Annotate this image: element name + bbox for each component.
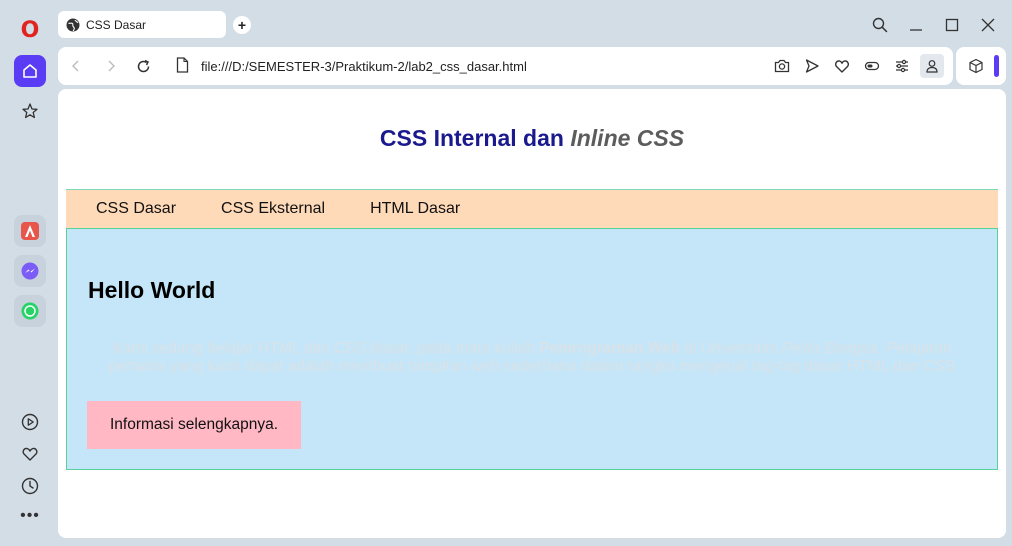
address-bar: file:///D:/SEMESTER-3/Praktikum-2/lab2_c… xyxy=(58,47,953,85)
aria-ai-icon[interactable] xyxy=(14,215,46,247)
para-italic: Universitas Pelita Bangsa xyxy=(700,340,878,357)
menu-item-css-dasar[interactable]: CSS Dasar xyxy=(96,200,176,218)
player-icon[interactable] xyxy=(14,406,46,438)
menu-item-html-dasar[interactable]: HTML Dasar xyxy=(370,200,460,218)
opera-logo-icon[interactable]: O xyxy=(14,14,46,46)
more-info-button[interactable]: Informasi selengkapnya. xyxy=(87,401,301,449)
browser-sidebar: O ••• xyxy=(0,0,58,546)
para-text-1: Kami sedang belajar HTML dan CSS dasar, … xyxy=(112,340,540,357)
back-icon[interactable] xyxy=(66,56,86,76)
page-title-main: CSS Internal dan xyxy=(379,125,571,151)
menu-item-css-eksternal[interactable]: CSS Eksternal xyxy=(221,200,325,218)
home-icon[interactable] xyxy=(14,55,46,87)
page-title-italic: Inline CSS xyxy=(570,125,685,151)
whatsapp-icon[interactable] xyxy=(14,295,46,327)
maximize-icon[interactable] xyxy=(941,14,963,36)
para-bold: Pemrograman Web xyxy=(539,340,681,357)
forward-icon[interactable] xyxy=(101,56,121,76)
nav-menu: CSS Dasar CSS Eksternal HTML Dasar xyxy=(66,189,998,228)
page-title: CSS Internal dan Inline CSS xyxy=(58,125,1006,152)
sidebar-toggle-bar[interactable] xyxy=(994,55,999,77)
intro-paragraph: Kami sedang belajar HTML dan CSS dasar, … xyxy=(87,340,977,376)
file-icon xyxy=(176,57,189,73)
globe-icon xyxy=(66,18,80,31)
reload-icon[interactable] xyxy=(133,56,153,76)
heart-icon[interactable] xyxy=(832,56,852,76)
para-text-2: di xyxy=(680,340,701,357)
extensions-cube-icon[interactable] xyxy=(966,56,986,76)
bookmarks-star-icon[interactable] xyxy=(14,95,46,127)
heart-icon[interactable] xyxy=(14,438,46,470)
browser-tab[interactable]: CSS Dasar xyxy=(58,11,226,38)
messenger-icon[interactable] xyxy=(14,255,46,287)
hello-heading: Hello World xyxy=(88,277,216,303)
snapshot-camera-icon[interactable] xyxy=(772,56,792,76)
new-tab-button[interactable]: + xyxy=(233,16,251,34)
url-field[interactable]: file:///D:/SEMESTER-3/Praktikum-2/lab2_c… xyxy=(201,59,527,74)
send-flow-icon[interactable] xyxy=(802,56,822,76)
history-clock-icon[interactable] xyxy=(14,470,46,502)
profile-icon[interactable] xyxy=(920,54,944,78)
battery-saver-icon[interactable] xyxy=(862,56,882,76)
tab-title: CSS Dasar xyxy=(86,17,147,32)
more-options-icon[interactable]: ••• xyxy=(14,500,46,532)
content-panel: Hello World Kami sedang belajar HTML dan… xyxy=(66,228,998,470)
minimize-icon[interactable] xyxy=(905,14,927,36)
search-tabs-icon[interactable] xyxy=(869,14,891,36)
easy-setup-sliders-icon[interactable] xyxy=(892,56,912,76)
close-icon[interactable] xyxy=(977,14,999,36)
web-page-viewport: CSS Internal dan Inline CSS CSS Dasar CS… xyxy=(58,89,1006,538)
